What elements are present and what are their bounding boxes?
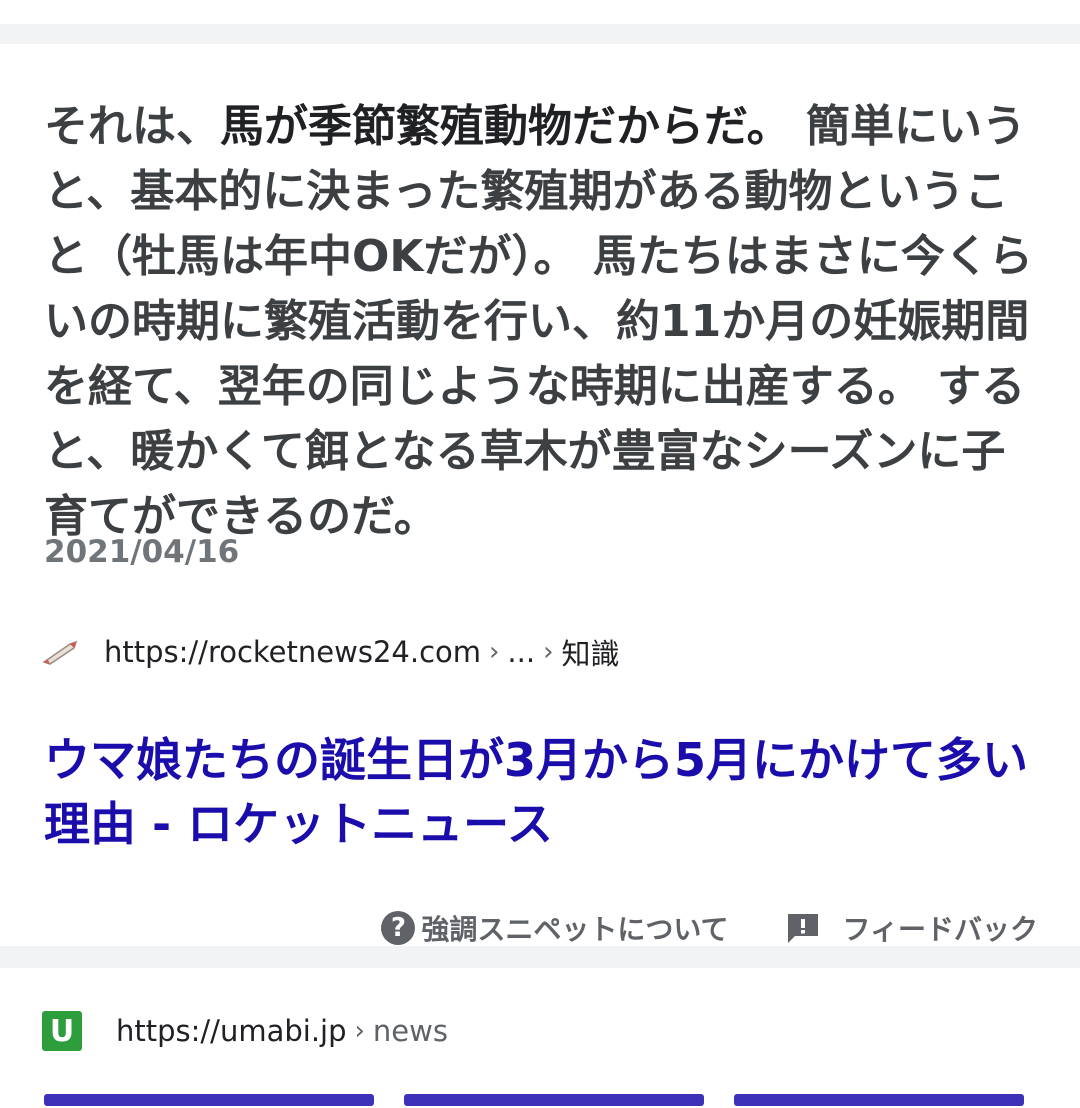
cutoff-text-fragment — [404, 1094, 704, 1106]
feedback-button[interactable]: フィードバック — [785, 908, 1038, 948]
breadcrumb-last: 知識 — [561, 637, 620, 671]
breadcrumb-separator: › — [489, 637, 500, 667]
cutoff-text-fragment — [44, 1094, 374, 1106]
next-result-title-cutoff[interactable] — [44, 1088, 1034, 1106]
next-source-breadcrumb[interactable]: U https://umabi.jp › news — [42, 1010, 448, 1052]
source-breadcrumb[interactable]: https://rocketnews24.com › ... › 知識 — [40, 632, 619, 672]
about-snippet-label: 強調スニペットについて — [421, 913, 729, 946]
source-url: https://rocketnews24.com — [104, 635, 481, 669]
breadcrumb-separator: › — [543, 637, 554, 667]
next-breadcrumb-crumb: news — [372, 1014, 448, 1048]
snippet-text: それは、馬が季節繁殖動物だからだ。 簡単にいうと、基本的に決まった繁殖期がある動… — [44, 94, 1044, 549]
cutoff-text-fragment — [734, 1094, 1024, 1106]
next-source-url: https://umabi.jp — [116, 1014, 347, 1048]
snippet-actions: ? 強調スニペットについて フィードバック — [381, 906, 1038, 950]
rocket-icon — [42, 640, 78, 665]
breadcrumb-separator: › — [354, 1016, 365, 1046]
previous-card — [0, 0, 1080, 24]
featured-snippet-card: それは、馬が季節繁殖動物だからだ。 簡単にいうと、基本的に決まった繁殖期がある動… — [0, 44, 1080, 946]
snippet-intro: それは、 — [44, 101, 220, 152]
result-title-link[interactable]: ウマ娘たちの誕生日が3月から5月にかけて多い理由 - ロケットニュース — [44, 728, 1034, 856]
snippet-date: 2021/04/16 — [44, 534, 240, 570]
snippet-emphasis: 馬が季節繁殖動物だからだ。 — [220, 101, 791, 152]
about-snippet-button[interactable]: ? 強調スニペットについて — [381, 908, 729, 948]
breadcrumb-ellipsis: ... — [507, 635, 536, 669]
umabi-favicon-icon: U — [42, 1011, 82, 1051]
feedback-icon — [787, 914, 818, 943]
feedback-label: フィードバック — [842, 913, 1038, 946]
help-icon: ? — [381, 911, 416, 945]
snippet-body: 簡単にいうと、基本的に決まった繁殖期がある動物ということ（牡馬は年中OKだが）。… — [44, 101, 1033, 542]
